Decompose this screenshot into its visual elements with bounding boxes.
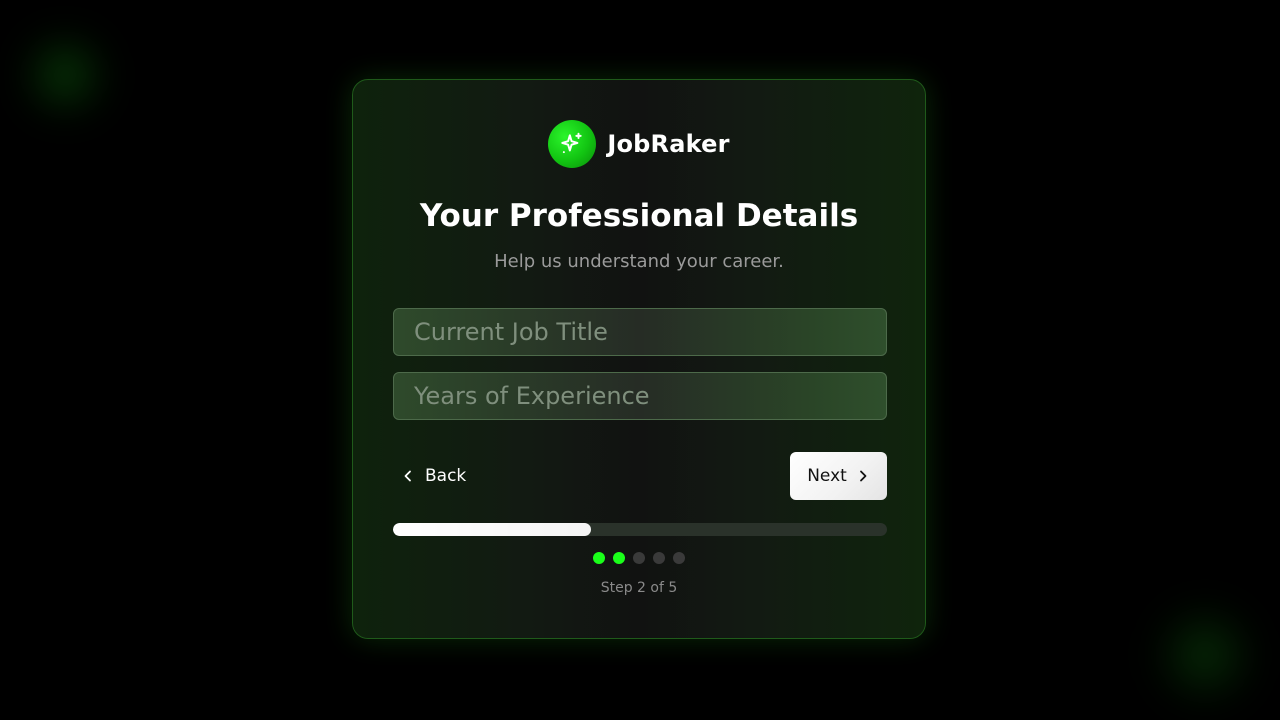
step-dot [613, 552, 625, 564]
next-button[interactable]: Next [790, 452, 887, 500]
back-button-label: Back [425, 466, 467, 486]
page-subtitle: Help us understand your career. [494, 251, 784, 272]
brand-header: JobRaker [353, 120, 925, 168]
brand-name: JobRaker [607, 130, 730, 158]
step-dot [593, 552, 605, 564]
page-title: Your Professional Details [419, 198, 859, 234]
progress-bar [393, 523, 887, 536]
logo [548, 120, 597, 168]
back-button[interactable]: Back [401, 452, 466, 500]
progress-bar-fill [393, 523, 591, 536]
onboarding-card: JobRaker Your Professional Details Help … [352, 79, 926, 639]
background-glow [20, 30, 110, 120]
years-experience-input[interactable] [393, 372, 887, 420]
job-title-input[interactable] [393, 308, 887, 356]
background-glow [1150, 600, 1260, 710]
step-dot [653, 552, 665, 564]
step-label: Step 2 of 5 [600, 580, 678, 596]
sparkles-icon [561, 132, 582, 154]
onboarding-screen: JobRaker Your Professional Details Help … [0, 0, 1280, 720]
step-dot [633, 552, 645, 564]
next-button-label: Next [807, 466, 847, 486]
step-dot [673, 552, 685, 564]
chevron-left-icon [401, 469, 415, 483]
step-indicator [353, 552, 925, 564]
chevron-right-icon [856, 469, 870, 483]
